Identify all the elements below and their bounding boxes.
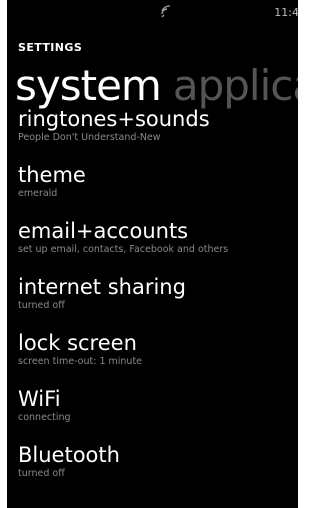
item-subtitle: turned off [18,300,65,311]
item-title: email+accounts [18,219,189,243]
settings-item-ringtones-sounds[interactable]: ringtones+sounds People Don't Understand… [18,106,210,144]
clock: 11:48 [274,6,298,19]
item-subtitle: connecting [18,412,71,423]
item-title: ringtones+sounds [18,107,210,131]
item-subtitle: turned off [18,468,65,479]
item-subtitle: screen time-out: 1 minute [18,356,143,367]
pivot-header: systemapplica [15,60,298,112]
item-title: WiFi [18,387,61,411]
settings-item-theme[interactable]: theme emerald [18,162,86,200]
pivot-tab-system[interactable]: system [15,61,162,110]
item-title: Bluetooth [18,443,120,467]
item-subtitle: set up email, contacts, Facebook and oth… [18,244,229,255]
item-title: theme [18,163,86,187]
settings-item-bluetooth[interactable]: Bluetooth turned off [18,442,120,480]
pivot-tab-applications[interactable]: applica [173,61,298,110]
status-bar: 11:48 [7,0,298,32]
item-title: lock screen [18,331,137,355]
item-title: internet sharing [18,275,186,299]
settings-item-internet-sharing[interactable]: internet sharing turned off [18,274,186,312]
signal-strength-icon [161,5,171,18]
page-title: SETTINGS [18,41,83,54]
phone-screen: 11:48 SETTINGS systemapplica ringtones+s… [7,0,298,508]
item-subtitle: People Don't Understand-New [18,132,161,143]
settings-item-email-accounts[interactable]: email+accounts set up email, contacts, F… [18,218,228,256]
item-subtitle: emerald [18,188,58,199]
settings-item-lock-screen[interactable]: lock screen screen time-out: 1 minute [18,330,142,368]
settings-item-wifi[interactable]: WiFi connecting [18,386,71,424]
